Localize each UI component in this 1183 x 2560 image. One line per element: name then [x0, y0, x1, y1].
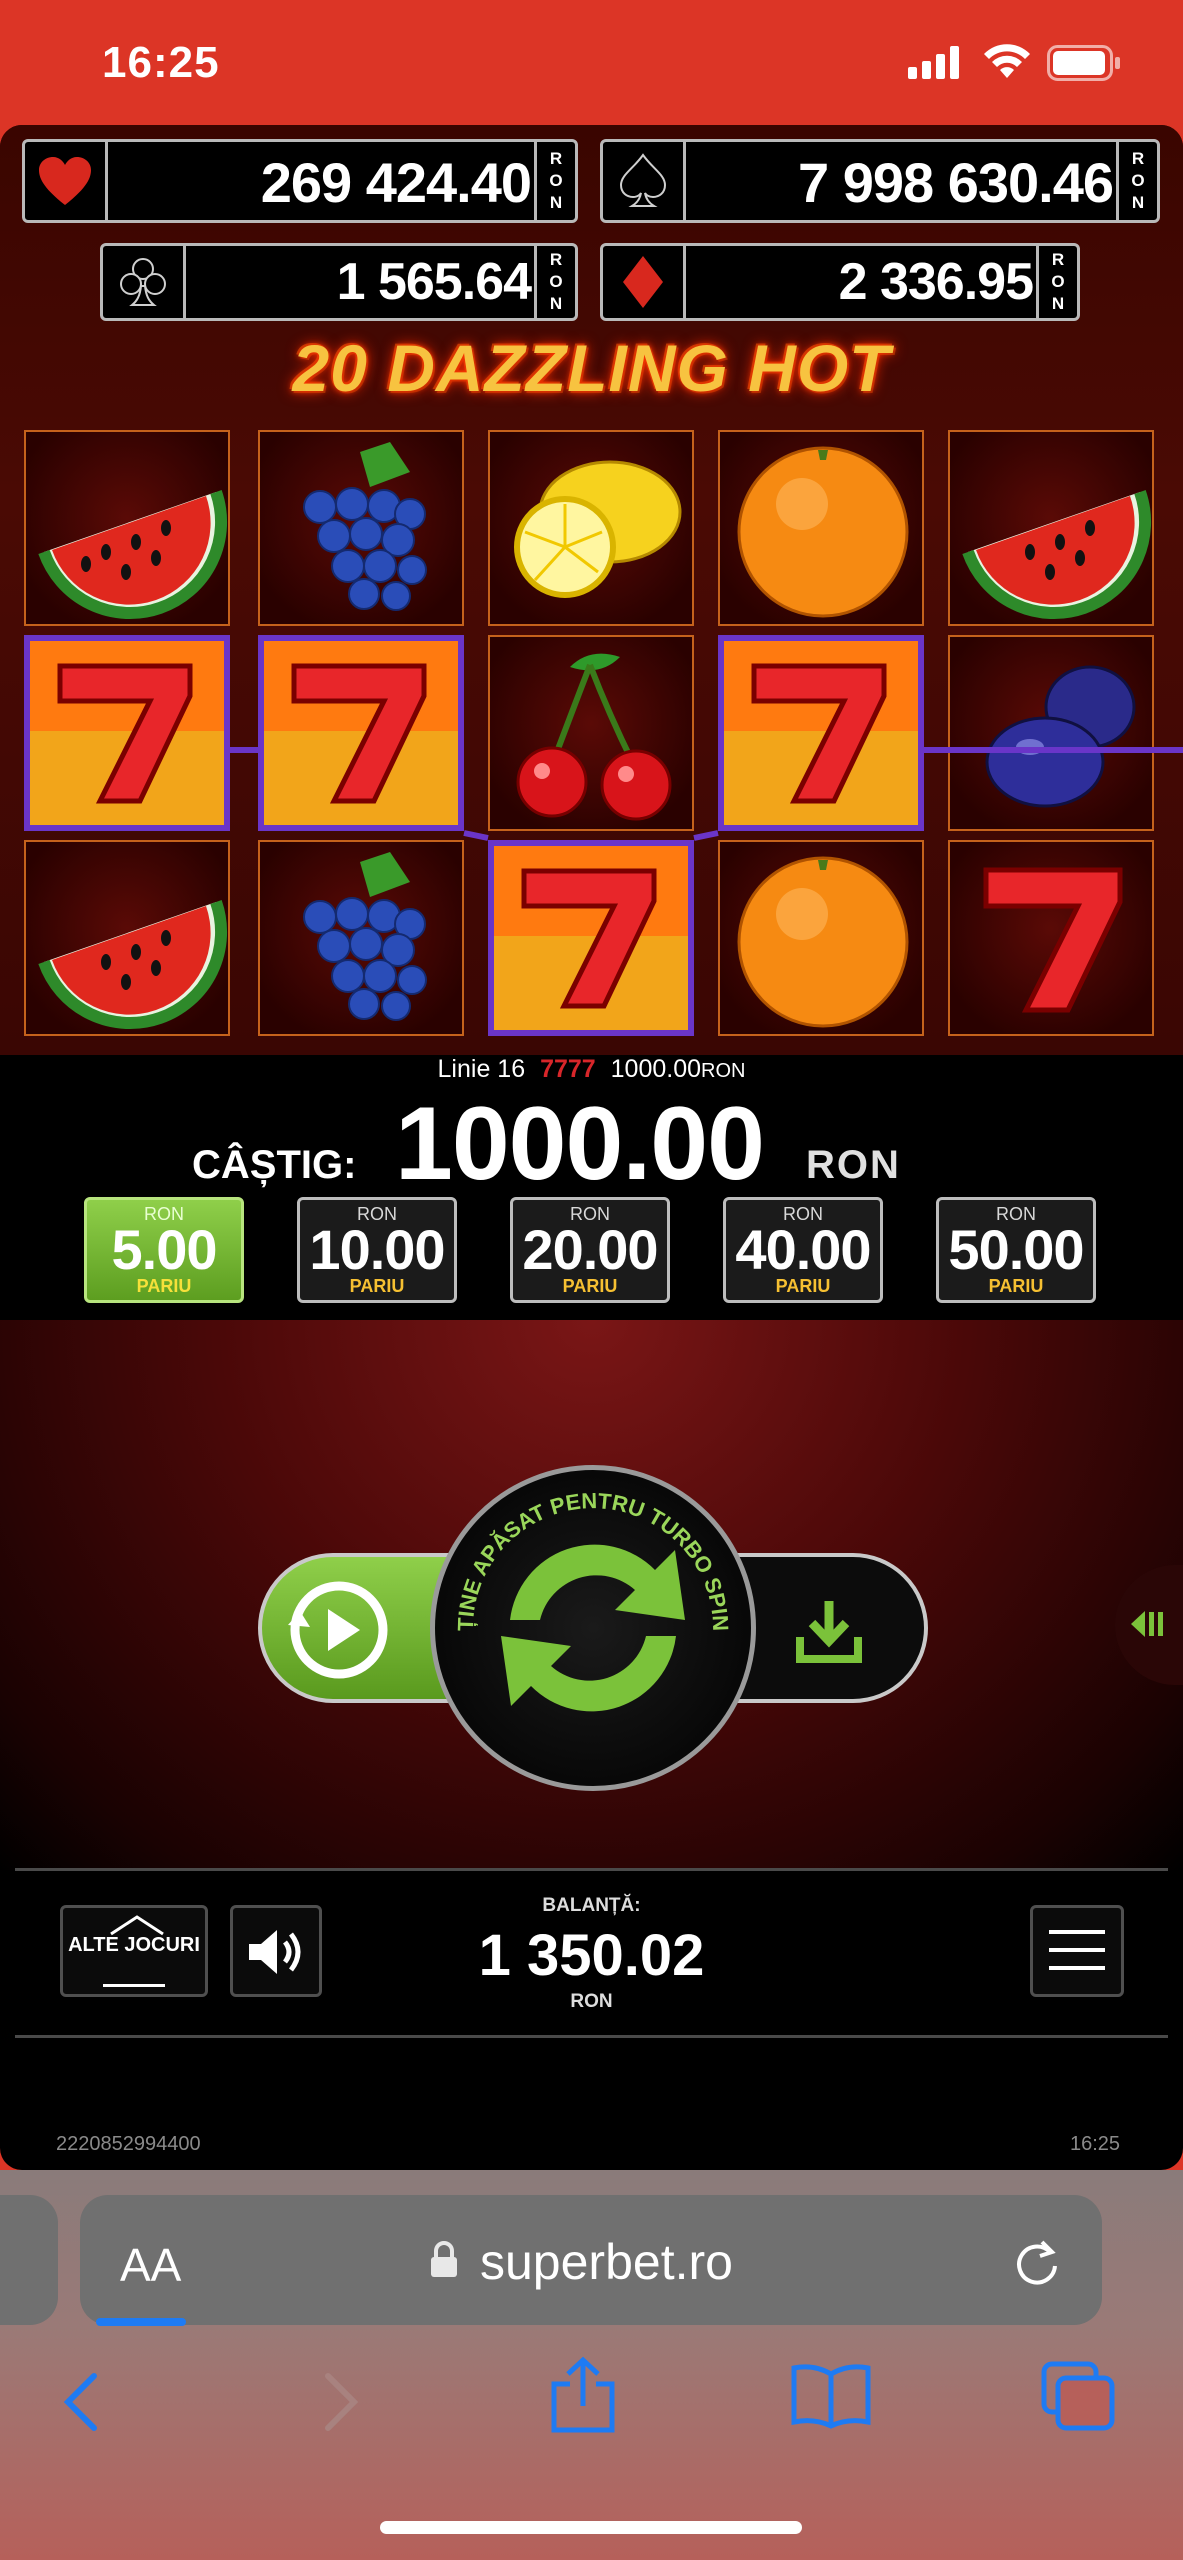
bet-button-5[interactable]: RON 5.00 PARIU [84, 1197, 244, 1303]
previous-tab-stub[interactable] [0, 2195, 58, 2325]
page-load-progress [96, 2318, 186, 2326]
session-id: 2220852994400 [56, 2133, 201, 2155]
bet-button-20[interactable]: RON 20.00 PARIU [510, 1197, 670, 1303]
collect-button[interactable] [728, 1553, 928, 1703]
balance-currency: RON [570, 1991, 613, 2012]
payline-sevens-icon: 7777 [540, 1055, 596, 1083]
menu-icon [1049, 1930, 1105, 1974]
bet-value: 10.00 [309, 1218, 445, 1281]
lock-icon [431, 2241, 457, 2277]
game-frame: 269 424.40 RON 7 998 630.46 RON 1 565.64… [0, 125, 1183, 2170]
battery-icon [1047, 45, 1123, 86]
bet-value: 50.00 [948, 1218, 1084, 1281]
rewind-icon [1131, 1611, 1163, 1637]
payline-info: Linie 16 7777 1000.00RON [0, 1055, 1183, 1084]
payline-currency: RON [701, 1060, 746, 1082]
win-payline [230, 747, 1183, 841]
wifi-icon [982, 42, 1032, 85]
win-amount: 1000.00 [395, 1086, 765, 1202]
url-text[interactable]: superbet.ro [480, 2233, 733, 2291]
signal-icon [908, 45, 964, 79]
spin-button[interactable]: ȚINE APĂSAT PENTRU TURBO SPIN [430, 1465, 756, 1791]
download-icon [796, 1601, 862, 1663]
bet-button-50[interactable]: RON 50.00 PARIU [936, 1197, 1096, 1303]
reload-icon[interactable] [1012, 2236, 1062, 2288]
balance-label: BALANȚĂ: [542, 1895, 641, 1916]
payline-amount: 1000.00 [610, 1055, 702, 1083]
balance-value: 1 350.02 [478, 1923, 705, 1988]
bet-label: PARIU [136, 1276, 192, 1296]
divider [15, 1868, 1168, 1871]
share-icon[interactable] [548, 2356, 618, 2436]
bet-value: 5.00 [111, 1218, 218, 1281]
autoplay-button[interactable] [258, 1553, 458, 1703]
status-time: 16:25 [102, 38, 220, 87]
home-indicator [380, 2521, 802, 2534]
bet-button-40[interactable]: RON 40.00 PARIU [723, 1197, 883, 1303]
bet-button-10[interactable]: RON 10.00 PARIU [297, 1197, 457, 1303]
back-icon[interactable] [60, 2372, 104, 2432]
divider [15, 2035, 1168, 2038]
bet-value: 20.00 [522, 1218, 658, 1281]
win-label: CÂȘTIG: [192, 1143, 357, 1187]
bookmarks-icon[interactable] [790, 2362, 872, 2430]
win-currency: RON [806, 1143, 901, 1187]
bet-value: 40.00 [735, 1218, 871, 1281]
menu-button[interactable] [1030, 1905, 1124, 1997]
spin-icon: ȚINE APĂSAT PENTRU TURBO SPIN [453, 1488, 733, 1712]
tabs-icon[interactable] [1040, 2360, 1116, 2432]
payline-label: Linie 16 [437, 1055, 526, 1083]
footer-time: 16:25 [1070, 2133, 1121, 2155]
forward-icon[interactable] [318, 2372, 362, 2432]
text-size-button[interactable]: AA [120, 2238, 181, 2292]
autoplay-icon [288, 1581, 388, 1679]
